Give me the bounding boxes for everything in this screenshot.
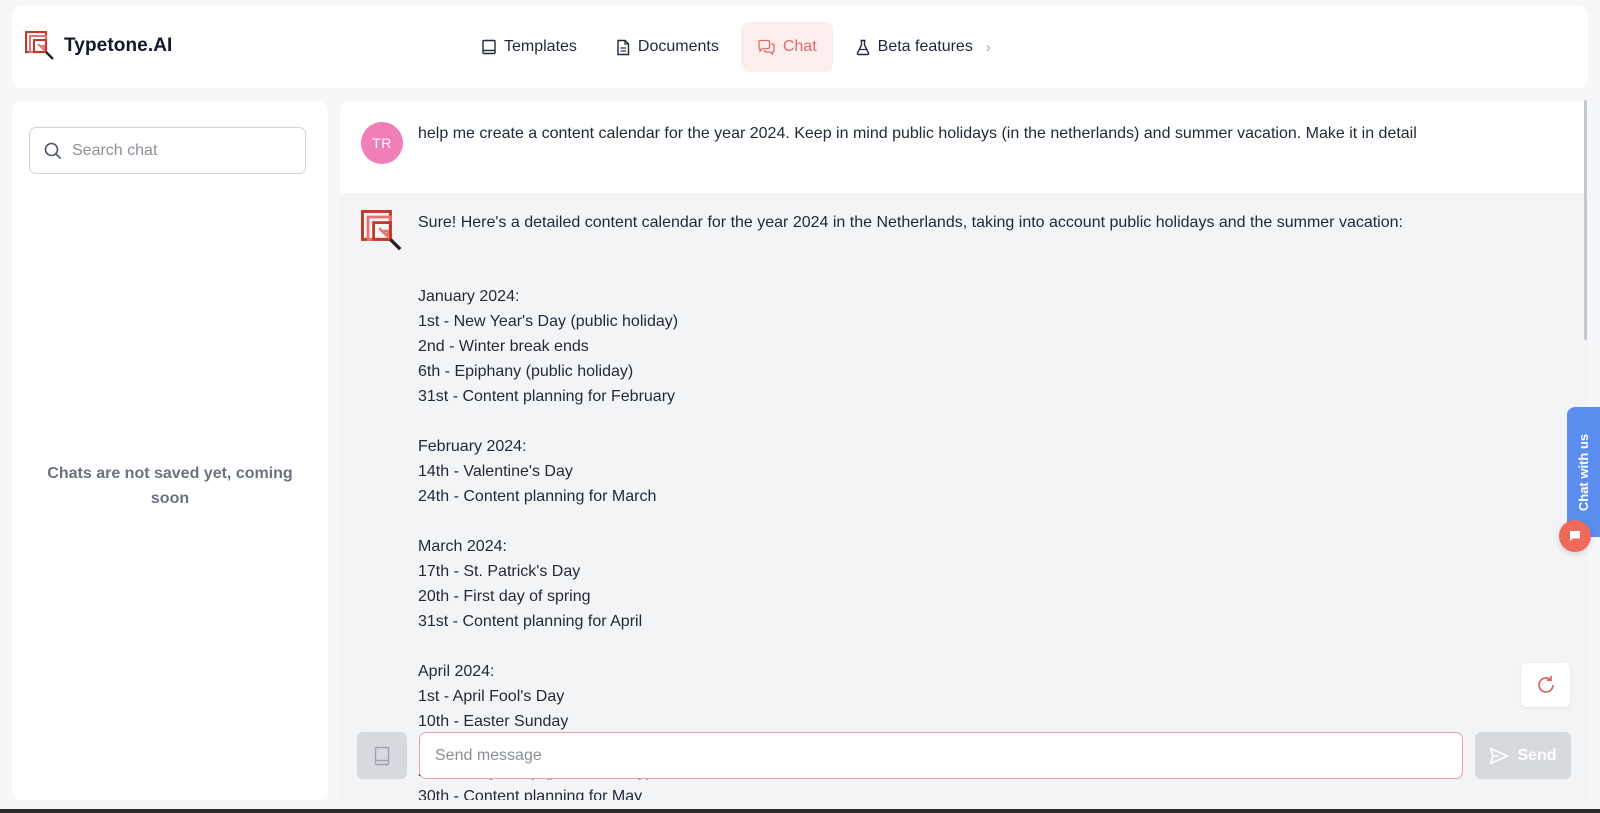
regenerate-button[interactable] xyxy=(1521,663,1570,707)
nav-documents[interactable]: Documents xyxy=(599,22,735,72)
assistant-logo-icon xyxy=(361,210,402,251)
main-nav: Templates Documents Chat Beta features › xyxy=(465,22,1007,72)
typetone-logo-icon xyxy=(25,31,54,60)
document-icon xyxy=(617,39,630,55)
calendar-line: January 2024: xyxy=(418,288,520,305)
chat-bubbles-icon xyxy=(758,39,775,55)
calendar-line: March 2024: xyxy=(418,538,507,555)
top-header: Typetone.AI Templates Documents Chat Bet… xyxy=(12,6,1588,88)
flask-icon xyxy=(856,39,869,55)
send-label: Send xyxy=(1517,746,1557,764)
calendar-line: 17th - St. Patrick's Day xyxy=(418,563,581,580)
calendar-line: 24th - Content planning for March xyxy=(418,488,657,505)
support-chat-button[interactable] xyxy=(1559,520,1591,552)
send-button[interactable]: Send xyxy=(1475,732,1571,779)
nav-templates-label: Templates xyxy=(504,38,577,55)
calendar-line: 20th - First day of spring xyxy=(418,588,591,605)
empty-chats-note: Chats are not saved yet, coming soon xyxy=(47,465,293,507)
calendar-line: 31st - Content planning for February xyxy=(418,388,676,405)
search-box[interactable] xyxy=(29,127,306,174)
chat-with-us-tab[interactable]: Chat with us xyxy=(1567,407,1600,537)
assistant-calendar-text: January 2024: 1st - New Year's Day (publi… xyxy=(418,284,1518,800)
calendar-line: 2nd - Winter break ends xyxy=(418,338,589,355)
nav-chat[interactable]: Chat xyxy=(740,22,833,72)
calendar-line: 1st - April Fool's Day xyxy=(418,688,565,705)
calendar-line: 6th - Epiphany (public holiday) xyxy=(418,363,634,380)
send-icon xyxy=(1490,747,1509,764)
brand[interactable]: Typetone.AI xyxy=(25,31,172,61)
user-message-text: help me create a content calendar for th… xyxy=(418,125,1417,142)
nav-chat-label: Chat xyxy=(782,38,817,55)
calendar-line: 30th - Content planning for May xyxy=(418,788,643,800)
chevron-right-icon: › xyxy=(985,38,991,56)
refresh-icon xyxy=(1537,676,1554,693)
book-icon xyxy=(482,39,496,55)
nav-beta-features[interactable]: Beta features › xyxy=(839,22,1007,72)
window-bottom-edge xyxy=(0,809,1600,813)
assistant-intro-text: Sure! Here's a detailed content calendar… xyxy=(418,214,1403,231)
chat-with-us-label: Chat with us xyxy=(1576,433,1591,511)
nav-beta-label: Beta features xyxy=(877,38,973,55)
calendar-line: April 2024: xyxy=(418,663,495,680)
nav-templates[interactable]: Templates xyxy=(465,22,593,72)
chat-scrollbar[interactable] xyxy=(1584,100,1587,340)
calendar-line: 10th - Easter Sunday xyxy=(418,713,569,730)
nav-documents-label: Documents xyxy=(637,38,719,55)
chat-panel: TR help me create a content calendar for… xyxy=(340,101,1588,800)
search-chat-input[interactable] xyxy=(72,141,272,160)
search-icon xyxy=(44,142,62,159)
brand-name: Typetone.AI xyxy=(64,35,173,56)
calendar-line: 14th - Valentine's Day xyxy=(418,463,573,480)
user-avatar: TR xyxy=(361,122,403,164)
message-icon xyxy=(1570,531,1580,541)
calendar-line: 31st - Content planning for April xyxy=(418,613,643,630)
user-message: TR help me create a content calendar for… xyxy=(340,101,1588,193)
message-input[interactable] xyxy=(419,732,1463,779)
book-icon xyxy=(374,746,390,765)
chat-sidebar: Chats are not saved yet, coming soon xyxy=(12,101,328,800)
templates-button[interactable] xyxy=(357,732,407,779)
calendar-line: 1st - New Year's Day (public holiday) xyxy=(418,313,679,330)
calendar-line: February 2024: xyxy=(418,438,527,455)
